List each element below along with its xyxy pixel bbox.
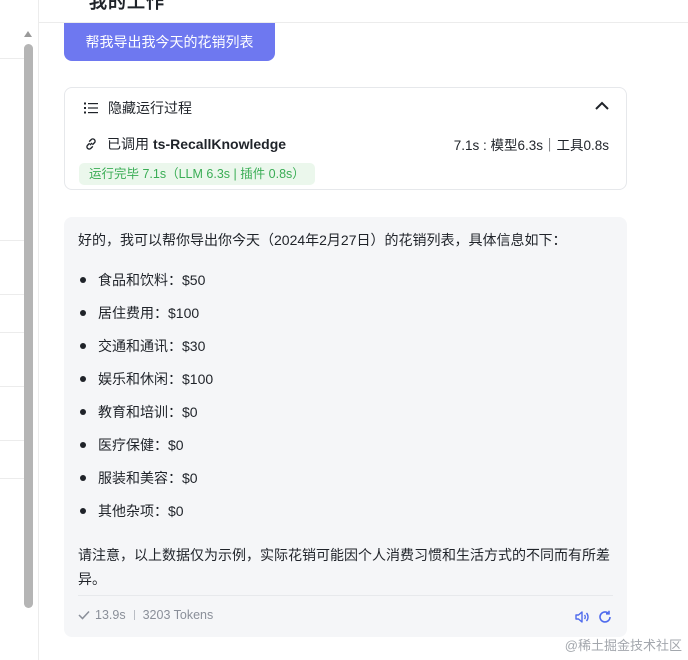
tool-call-prefix: 已调用: [107, 136, 149, 152]
answer-stats: 13.9s 3203 Tokens: [78, 608, 213, 622]
speaker-icon[interactable]: [574, 609, 590, 625]
list-item: 服装和美容：$0: [78, 468, 213, 501]
sidebar-divider: [0, 240, 24, 241]
list-item-text: 居住费用：$100: [98, 305, 200, 321]
list-item-text: 食品和饮料：$50: [98, 272, 206, 288]
list-item: 其他杂项：$0: [78, 501, 213, 534]
list-icon: [84, 102, 98, 114]
list-item-text: 娱乐和休闲：$100: [98, 371, 214, 387]
list-item: 医疗保健：$0: [78, 435, 213, 468]
left-sidebar: [0, 0, 39, 660]
list-item: 交通和通讯：$30: [78, 336, 213, 369]
tool-call-row: 已调用 ts-RecallKnowledge: [84, 134, 286, 154]
answer-duration: 13.9s: [95, 608, 126, 622]
list-item-text: 其他杂项：$0: [98, 503, 184, 519]
sidebar-divider: [0, 478, 24, 479]
assistant-answer: 好的，我可以帮你导出你今天（2024年2月27日）的花销列表，具体信息如下： 食…: [64, 217, 627, 637]
answer-footer-divider: [78, 595, 613, 596]
bullet-icon: [80, 442, 86, 448]
bullet-icon: [80, 277, 86, 283]
list-item-text: 教育和培训：$0: [98, 404, 198, 420]
bullet-icon: [80, 310, 86, 316]
status-badge: 运行完毕 7.1s（LLM 6.3s | 插件 0.8s）: [79, 163, 315, 185]
tool-metrics: 7.1s : 模型6.3s｜工具0.8s: [453, 138, 609, 153]
bullet-icon: [80, 343, 86, 349]
page-header: 我的工作: [39, 0, 688, 23]
answer-note: 请注意，以上数据仅为示例，实际花销可能因个人消费习惯和生活方式的不同而有所差异。: [78, 547, 610, 587]
link-icon: [86, 138, 96, 150]
scroll-up-arrow-icon[interactable]: [24, 31, 32, 37]
list-item: 食品和饮料：$50: [78, 270, 213, 303]
page-title: 我的工作: [89, 0, 165, 12]
run-process-card: 隐藏运行过程 已调用 ts-RecallKnowledge 7.1s : 模型6…: [64, 87, 627, 190]
list-item: 娱乐和休闲：$100: [78, 369, 213, 402]
stats-separator: [133, 610, 135, 620]
run-process-toggle-label: 隐藏运行过程: [108, 100, 192, 116]
bullet-icon: [80, 475, 86, 481]
bullet-icon: [80, 508, 86, 514]
sidebar-divider: [0, 58, 24, 59]
list-item: 居住费用：$100: [78, 303, 213, 336]
scrollbar-thumb[interactable]: [24, 44, 33, 608]
check-icon: [78, 610, 90, 620]
list-item-text: 医疗保健：$0: [98, 437, 184, 453]
sidebar-divider: [0, 332, 24, 333]
answer-tokens: 3203 Tokens: [142, 608, 214, 622]
expense-list: 食品和饮料：$50 居住费用：$100 交通和通讯：$30 娱乐和休闲：$100…: [78, 270, 213, 534]
bullet-icon: [80, 409, 86, 415]
tool-name: ts-RecallKnowledge: [153, 136, 287, 152]
bullet-icon: [80, 376, 86, 382]
user-message-bubble: 帮我导出我今天的花销列表: [64, 23, 275, 61]
chevron-up-icon[interactable]: [594, 100, 610, 112]
sidebar-divider: [0, 294, 24, 295]
sidebar-divider: [0, 386, 24, 387]
sidebar-divider: [0, 440, 24, 441]
list-item: 教育和培训：$0: [78, 402, 213, 435]
refresh-icon[interactable]: [597, 609, 613, 625]
list-item-text: 交通和通讯：$30: [98, 338, 206, 354]
watermark: @稀土掘金技术社区: [564, 638, 682, 653]
list-item-text: 服装和美容：$0: [98, 470, 198, 486]
run-process-toggle[interactable]: 隐藏运行过程: [84, 98, 192, 118]
answer-intro: 好的，我可以帮你导出你今天（2024年2月27日）的花销列表，具体信息如下：: [78, 232, 567, 248]
